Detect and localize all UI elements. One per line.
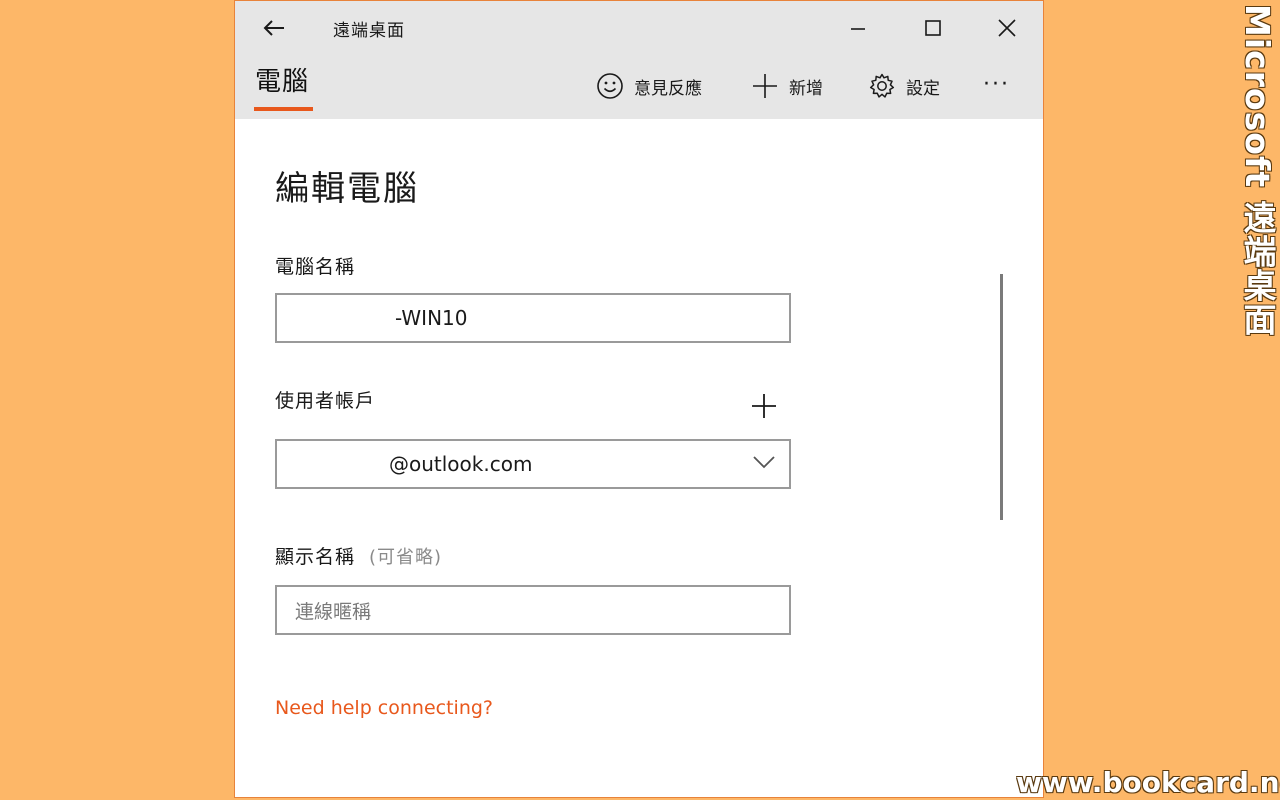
display-name-label-text: 顯示名稱 bbox=[275, 546, 356, 568]
back-arrow-icon bbox=[263, 20, 284, 36]
close-button[interactable] bbox=[984, 9, 1030, 47]
scrollbar[interactable] bbox=[1000, 274, 1003, 520]
minimize-button[interactable] bbox=[835, 9, 881, 47]
pc-name-value: -WIN10 bbox=[395, 306, 468, 330]
user-account-value: @outlook.com bbox=[389, 452, 533, 476]
page-title: 編輯電腦 bbox=[275, 169, 419, 209]
minimize-icon bbox=[851, 28, 865, 30]
feedback-button[interactable]: 意見反應 bbox=[596, 69, 702, 103]
maximize-icon bbox=[925, 20, 941, 36]
display-name-label: 顯示名稱 (可省略) bbox=[275, 542, 442, 569]
settings-label: 設定 bbox=[906, 78, 940, 99]
more-button[interactable]: ··· bbox=[983, 67, 1010, 101]
add-button[interactable]: 新增 bbox=[751, 69, 823, 103]
display-name-placeholder: 連線暱稱 bbox=[295, 600, 372, 623]
app-title: 遠端桌面 bbox=[333, 21, 405, 41]
back-button[interactable] bbox=[257, 13, 291, 43]
gear-icon bbox=[869, 73, 895, 98]
app-window: 遠端桌面 電腦 意見反應 新增 設定 ··· 編輯電腦 電腦名稱 -WIN10 … bbox=[234, 0, 1044, 798]
stage: 遠端桌面 電腦 意見反應 新增 設定 ··· 編輯電腦 電腦名稱 -WIN10 … bbox=[0, 0, 1280, 800]
add-user-button[interactable] bbox=[749, 391, 779, 421]
close-icon bbox=[998, 19, 1016, 37]
feedback-label: 意見反應 bbox=[634, 78, 702, 99]
settings-button[interactable]: 設定 bbox=[868, 69, 940, 103]
help-link[interactable]: Need help connecting? bbox=[275, 697, 493, 719]
maximize-button[interactable] bbox=[910, 9, 956, 47]
chevron-down-icon bbox=[753, 456, 775, 469]
add-label: 新增 bbox=[789, 78, 823, 99]
plus-icon bbox=[753, 74, 777, 98]
user-account-label: 使用者帳戶 bbox=[275, 390, 376, 412]
watermark: www.bookcard.net bbox=[1016, 766, 1280, 799]
optional-hint: (可省略) bbox=[369, 547, 443, 568]
user-account-dropdown[interactable]: @outlook.com bbox=[275, 439, 791, 489]
tab-pc[interactable]: 電腦 bbox=[255, 61, 309, 98]
pc-name-input[interactable]: -WIN10 bbox=[275, 293, 791, 343]
tab-active-indicator bbox=[254, 107, 313, 111]
title-bar: 遠端桌面 電腦 意見反應 新增 設定 ··· bbox=[235, 1, 1043, 119]
smiley-icon bbox=[597, 73, 623, 99]
display-name-input[interactable]: 連線暱稱 bbox=[275, 585, 791, 635]
side-title: Microsoft 遠端桌面 bbox=[1238, 4, 1277, 337]
pc-name-label: 電腦名稱 bbox=[275, 256, 356, 278]
plus-icon bbox=[752, 394, 776, 418]
